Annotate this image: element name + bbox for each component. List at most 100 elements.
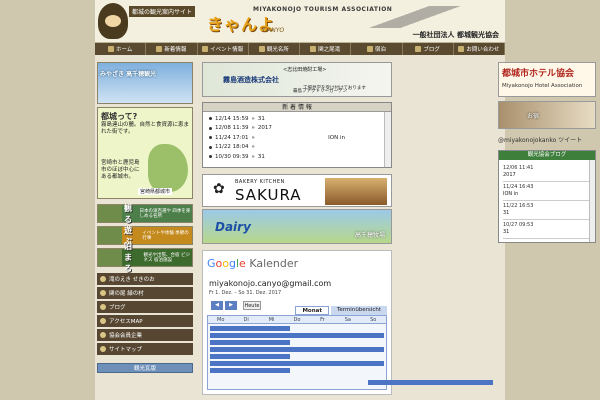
tourism-banner[interactable]: みやざき 高千穂観光 bbox=[97, 62, 193, 104]
news-text: 2017 bbox=[257, 125, 272, 132]
blog-scrollbar[interactable] bbox=[589, 160, 595, 242]
main-nav: ホーム 新着情報 イベント情報 観光名所 関之尾滝 宿泊 ブログ お問い合わせ bbox=[95, 43, 505, 55]
calendar-event[interactable] bbox=[210, 333, 384, 338]
hotel-association-banner[interactable]: 都城市ホテル協会 Miyakonojo Hotel Association bbox=[498, 62, 596, 97]
nav-events[interactable]: イベント情報 bbox=[198, 43, 249, 55]
menu-item-sitemap[interactable]: サイトマップ bbox=[97, 343, 193, 355]
menu-label: サイトマップ bbox=[109, 347, 143, 353]
logo-letter: o bbox=[222, 257, 229, 270]
blog-date: 12/06 11:41 bbox=[503, 165, 534, 171]
calendar-event[interactable] bbox=[210, 326, 291, 331]
menu-label: ブログ bbox=[109, 305, 126, 311]
news-item[interactable]: 10/30 09:39» 31 bbox=[209, 152, 385, 162]
blog-entry[interactable]: 12/06 11:41 2017 bbox=[503, 163, 591, 182]
weekday: Mi bbox=[268, 317, 275, 323]
category-stay[interactable]: 泊まる 観光や出張、合宿 ビジネス 宿泊施設 bbox=[97, 242, 193, 273]
calendar-event[interactable] bbox=[368, 380, 493, 385]
ad-factory-name: 霧島酒造株式会社 bbox=[223, 76, 279, 84]
blog-text: 2017 bbox=[503, 172, 516, 178]
main-column: <志比田焼酎工場> 霧島酒造株式会社 工場見学を受け付けております 霧島ファクト… bbox=[202, 62, 493, 395]
news-scrollbar[interactable] bbox=[384, 112, 391, 167]
google-calendar: Google Kalender miyakonojo.canyo@gmail.c… bbox=[202, 250, 493, 395]
news-item[interactable]: 12/14 15:59» 31 bbox=[209, 114, 385, 124]
ad-sakura[interactable]: ✿ BAKERY KITCHEN SAKURA bbox=[202, 174, 392, 207]
nav-stay[interactable]: 宿泊 bbox=[351, 43, 403, 55]
weekday: So bbox=[370, 317, 377, 323]
nav-spots[interactable]: 観光名所 bbox=[249, 43, 300, 55]
news-heading: 新 着 情 報 bbox=[203, 103, 391, 112]
nav-home[interactable]: ホーム bbox=[95, 43, 147, 55]
calendar-event[interactable] bbox=[210, 368, 291, 373]
about-map[interactable]: 都城って? 霧島連山の麓。自然と食資源に恵まれた街です。 宮崎市と鹿児島市のほぼ… bbox=[97, 107, 193, 199]
bullet-icon bbox=[100, 290, 106, 296]
site-header: 都城の観光案内サイト MIYAKONOJO TOURISM ASSOCIATIO… bbox=[95, 0, 505, 43]
news-text: ION in bbox=[328, 134, 345, 141]
category-see[interactable]: 観る 日本の滝百選や 四季を楽しめる名所 bbox=[97, 204, 193, 224]
blog-entry[interactable]: 11/24 16:43 ION in bbox=[503, 182, 591, 201]
blog-list: 12/06 11:41 2017 11/24 16:43 ION in 11/22 … bbox=[499, 160, 595, 242]
blog-heading: 観光協会ブログ bbox=[499, 151, 595, 160]
menu-item-blog[interactable]: ブログ bbox=[97, 301, 193, 313]
banner-text: みやざき 高千穂観光 bbox=[100, 71, 157, 78]
menu-item-station[interactable]: 滝のえき せきのお bbox=[97, 273, 193, 285]
news-sep: » bbox=[251, 115, 255, 122]
ad-dairy[interactable]: Dairy 高千穂牧場 bbox=[202, 209, 392, 244]
tab-month[interactable]: Monat bbox=[295, 306, 329, 315]
nav-falls[interactable]: 関之尾滝 bbox=[300, 43, 352, 55]
hotel-jp: 都城市ホテル協会 bbox=[502, 69, 575, 79]
news-text: 31 bbox=[257, 153, 265, 160]
bullet-icon bbox=[209, 145, 212, 149]
menu-item-members[interactable]: 協会会員企業 bbox=[97, 329, 193, 341]
nav-blog[interactable]: ブログ bbox=[403, 43, 454, 55]
twitter-link[interactable]: @miyakonojokanko ツイート bbox=[498, 135, 596, 144]
calendar-event[interactable] bbox=[210, 361, 384, 366]
news-item[interactable]: 12/08 11:39» 2017 bbox=[209, 124, 385, 134]
nav-label: 関之尾滝 bbox=[318, 47, 341, 53]
menu-item-access[interactable]: アクセスMAP bbox=[97, 315, 193, 327]
ad-kirishima[interactable]: <志比田焼酎工場> 霧島酒造株式会社 工場見学を受け付けております 霧島ファクト… bbox=[202, 62, 392, 97]
side-menu: 滝のえき せきのお 関の尾 緑の村 ブログ アクセスMAP 協会会員企業 サイト… bbox=[97, 273, 193, 355]
sakura-small: BAKERY KITCHEN bbox=[235, 179, 285, 185]
blog-entry[interactable]: 11/22 16:53 31 bbox=[503, 201, 591, 220]
calendar-event[interactable] bbox=[210, 347, 384, 352]
bread-image bbox=[325, 178, 387, 205]
news-date: 12/08 11:39 bbox=[215, 125, 249, 132]
calendar-event[interactable] bbox=[210, 340, 291, 345]
ad-factory-top: <志比田焼酎工場> bbox=[283, 67, 327, 73]
section-heading: 観光瓦版 bbox=[97, 363, 193, 373]
nav-label: ブログ bbox=[423, 47, 440, 53]
nav-label: イベント情報 bbox=[210, 47, 244, 53]
prev-month-button[interactable]: ◀ bbox=[211, 301, 223, 310]
map-shape-icon bbox=[148, 144, 188, 192]
calendar-event[interactable] bbox=[210, 354, 291, 359]
mascot-logo-icon[interactable] bbox=[98, 3, 128, 39]
bullet-icon bbox=[100, 318, 106, 324]
bullet-icon bbox=[209, 155, 212, 159]
bullet-icon bbox=[100, 276, 106, 282]
blog-entry[interactable]: 10/27 09:53 31 bbox=[503, 220, 591, 239]
news-item[interactable]: 11/22 18:04» bbox=[209, 143, 385, 153]
news-item[interactable]: 11/24 17:01» ION in bbox=[209, 133, 385, 143]
today-button[interactable]: Heute bbox=[243, 301, 261, 310]
blog-date: 11/22 16:53 bbox=[503, 203, 534, 209]
nav-label: 新着情報 bbox=[164, 47, 187, 53]
menu-label: 滝のえき せきのお bbox=[109, 277, 155, 283]
calendar-tabs: Monat Terminübersicht bbox=[295, 306, 387, 315]
nav-news[interactable]: 新着情報 bbox=[146, 43, 198, 55]
logo-letter: e bbox=[239, 257, 246, 270]
bullet-icon bbox=[209, 117, 212, 121]
weekday: Do bbox=[293, 317, 301, 323]
news-sep: » bbox=[251, 125, 255, 132]
news-icon bbox=[156, 46, 163, 52]
dairy-name: 高千穂牧場 bbox=[354, 232, 385, 239]
menu-label: アクセスMAP bbox=[109, 319, 143, 325]
page-wrapper: 都城の観光案内サイト MIYAKONOJO TOURISM ASSOCIATIO… bbox=[95, 0, 596, 400]
inn-banner[interactable]: お宿 bbox=[498, 101, 596, 129]
nav-contact[interactable]: お問い合わせ bbox=[454, 43, 505, 55]
news-sep: » bbox=[251, 144, 255, 151]
tab-agenda[interactable]: Terminübersicht bbox=[330, 306, 387, 315]
menu-label: 協会会員企業 bbox=[109, 333, 143, 339]
next-month-button[interactable]: ▶ bbox=[225, 301, 237, 310]
menu-item-village[interactable]: 関の尾 緑の村 bbox=[97, 287, 193, 299]
bullet-icon bbox=[209, 136, 212, 140]
